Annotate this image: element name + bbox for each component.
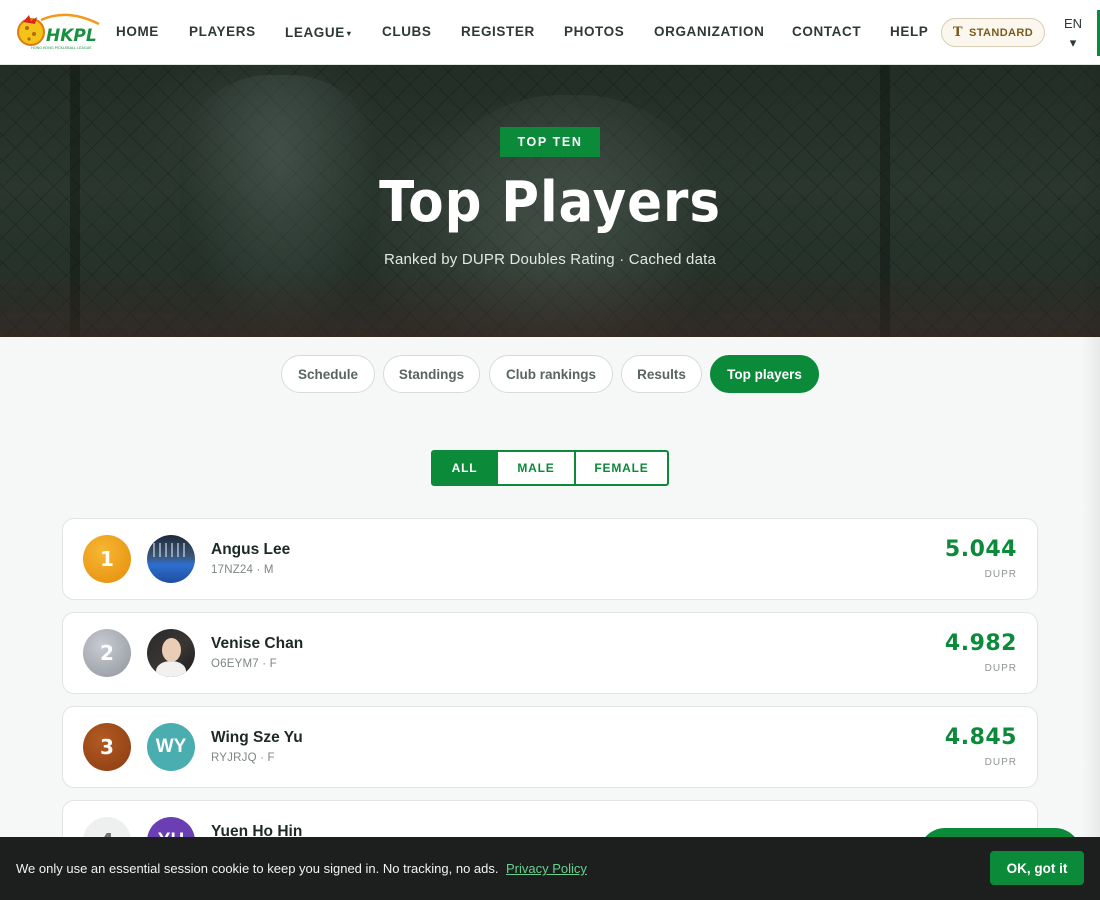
filter-all-button[interactable]: ALL [433, 452, 498, 484]
tab-top-players[interactable]: Top players [710, 355, 819, 393]
avatar [147, 629, 195, 677]
player-rating: 5.044 [944, 537, 1017, 562]
player-meta: O6EYM7 · F [211, 658, 277, 670]
chevron-down-icon: ▾ [1069, 35, 1077, 50]
text-size-icon: T [952, 25, 963, 40]
nav-help[interactable]: HELP [890, 24, 928, 39]
player-name: Wing Sze Yu [211, 729, 303, 746]
player-meta: 17NZ24 · M [211, 564, 274, 576]
rating-label: DUPR [984, 569, 1017, 580]
top-nav: HKPL HONG KONG PICKLEBALL LEAGUE HOME PL… [0, 0, 1100, 65]
player-card[interactable]: 2 Venise Chan O6EYM7 · F 4.982 DUPR [62, 612, 1038, 694]
cookie-accept-button[interactable]: OK, got it [990, 851, 1084, 885]
hkpl-logo[interactable]: HKPL HONG KONG PICKLEBALL LEAGUE [17, 12, 101, 52]
filter-female-button[interactable]: FEMALE [576, 452, 667, 484]
nav-photos[interactable]: PHOTOS [564, 24, 624, 39]
tab-club-rankings[interactable]: Club rankings [489, 355, 613, 393]
avatar: WY [147, 723, 195, 771]
player-rating: 4.982 [944, 631, 1017, 656]
rank-badge: 3 [83, 723, 131, 771]
svg-text:HKPL: HKPL [46, 26, 97, 46]
player-name: Venise Chan [211, 635, 304, 652]
privacy-policy-link[interactable]: Privacy Policy [506, 861, 587, 876]
rating-label: DUPR [984, 663, 1017, 674]
nav-league-label: LEAGUE [285, 25, 345, 40]
nav-clubs[interactable]: CLUBS [382, 24, 432, 39]
language-label: EN [1063, 16, 1083, 31]
nav-register[interactable]: REGISTER [461, 24, 535, 39]
page-subtitle: Ranked by DUPR Doubles Rating · Cached d… [383, 251, 717, 268]
nav-home[interactable]: HOME [116, 24, 159, 39]
player-rating: 4.845 [944, 725, 1017, 750]
nav-league[interactable]: LEAGUE ▾ [285, 25, 351, 40]
text-size-button[interactable]: T STANDARD [941, 18, 1045, 47]
player-meta: RYJRJQ · F [211, 752, 275, 764]
avatar-photo-face [162, 638, 181, 662]
rank-badge: 1 [83, 535, 131, 583]
chevron-down-icon: ▾ [346, 28, 352, 38]
nav-players[interactable]: PLAYERS [189, 24, 256, 39]
nav-organization[interactable]: ORGANIZATION [654, 24, 764, 39]
nav-contact[interactable]: CONTACT [792, 24, 861, 39]
cookie-banner: We only use an essential session cookie … [0, 837, 1100, 900]
tab-standings[interactable]: Standings [383, 355, 480, 393]
avatar-photo-body [156, 661, 186, 677]
text-size-label: STANDARD [968, 26, 1034, 39]
tab-schedule[interactable]: Schedule [281, 355, 375, 393]
rank-badge: 2 [83, 629, 131, 677]
filter-male-button[interactable]: MALE [498, 452, 576, 484]
gender-filter: ALL MALE FEMALE [431, 450, 669, 486]
avatar [147, 535, 195, 583]
player-name: Angus Lee [211, 541, 291, 558]
cookie-message: We only use an essential session cookie … [16, 861, 499, 876]
player-card[interactable]: 1 Angus Lee 17NZ24 · M 5.044 DUPR [62, 518, 1038, 600]
hero-banner: TOP TEN Top Players Ranked by DUPR Doubl… [0, 65, 1100, 337]
rating-label: DUPR [984, 757, 1017, 768]
language-selector[interactable]: EN ▾ [1062, 14, 1084, 52]
tab-results[interactable]: Results [621, 355, 702, 393]
svg-text:HONG KONG PICKLEBALL LEAGUE: HONG KONG PICKLEBALL LEAGUE [31, 46, 92, 50]
hero-eyebrow-badge: TOP TEN [500, 127, 600, 157]
page-title: Top Players [379, 170, 721, 235]
player-card[interactable]: 3 WY Wing Sze Yu RYJRJQ · F 4.845 DUPR [62, 706, 1038, 788]
